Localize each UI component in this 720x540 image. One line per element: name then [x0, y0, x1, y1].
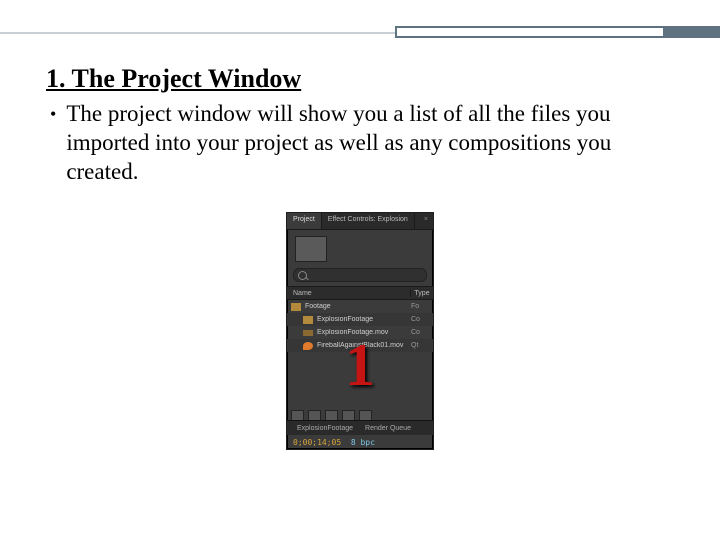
row-type: Fo [411, 303, 433, 310]
bit-depth-button[interactable] [342, 410, 355, 421]
search-input[interactable] [293, 268, 427, 282]
column-name[interactable]: Name [287, 290, 410, 297]
interpret-footage-button[interactable] [291, 410, 304, 421]
timecode-readout[interactable]: 0;00;14;05 8 bpc [293, 438, 375, 447]
project-row[interactable]: FireballAgainstBlack01.movQt [287, 339, 433, 352]
decoration-box-outline [395, 26, 665, 38]
slide-content: 1. The Project Window • The project wind… [46, 64, 674, 186]
tab-project[interactable]: Project [287, 213, 322, 229]
column-type[interactable]: Type [410, 290, 433, 297]
slide-top-decoration [0, 26, 720, 42]
project-row[interactable]: FootageFo [287, 300, 433, 313]
panel-tabs: Project Effect Controls: Explosion × [287, 213, 433, 230]
bullet-text: The project window will show you a list … [66, 100, 674, 186]
project-row[interactable]: ExplosionFootage.movCo [287, 326, 433, 339]
bar-icon [303, 330, 313, 336]
project-item-list: FootageFoExplosionFootageCoExplosionFoot… [287, 300, 433, 352]
footer-tab-composition[interactable]: ExplosionFootage [293, 425, 353, 432]
search-icon [298, 271, 307, 280]
comp-icon [303, 316, 313, 324]
tab-effect-controls[interactable]: Effect Controls: Explosion [322, 213, 415, 229]
folder-icon [291, 303, 301, 311]
panel-menu-icon[interactable]: × [419, 213, 433, 229]
row-type: Co [411, 316, 433, 323]
new-folder-button[interactable] [308, 410, 321, 421]
panel-footer-tabs: ExplosionFootage Render Queue [287, 420, 433, 435]
row-name: ExplosionFootage.mov [317, 329, 411, 336]
footage-thumbnail [295, 236, 327, 262]
row-type: Qt [411, 342, 433, 349]
slide-heading: 1. The Project Window [46, 64, 674, 94]
row-name: FireballAgainstBlack01.mov [317, 342, 411, 349]
footer-tab-render-queue[interactable]: Render Queue [365, 425, 411, 432]
row-type: Co [411, 329, 433, 336]
project-row[interactable]: ExplosionFootageCo [287, 313, 433, 326]
bullet-dot-icon: • [50, 100, 56, 186]
decoration-line [0, 32, 395, 34]
slide: 1. The Project Window • The project wind… [0, 0, 720, 540]
row-name: Footage [305, 303, 411, 310]
delete-button[interactable] [359, 410, 372, 421]
fire-icon [303, 342, 313, 350]
new-comp-button[interactable] [325, 410, 338, 421]
bullet-item: • The project window will show you a lis… [46, 100, 674, 186]
row-name: ExplosionFootage [317, 316, 411, 323]
project-panel-screenshot: Project Effect Controls: Explosion × Nam… [286, 212, 434, 450]
decoration-box-filled [665, 26, 720, 38]
column-headers: Name Type [287, 286, 433, 300]
